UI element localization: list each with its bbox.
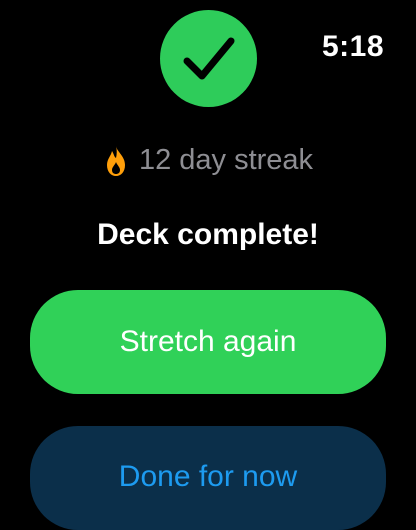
- checkmark-icon: [183, 37, 234, 79]
- done-for-now-label: Done for now: [118, 460, 298, 493]
- checkmark-badge: [160, 10, 257, 107]
- deck-complete-title: Deck complete!: [97, 218, 319, 251]
- done-for-now-button[interactable]: Done for now: [30, 426, 386, 530]
- stretch-again-button[interactable]: Stretch again: [30, 290, 386, 394]
- streak-text: 12 day streak: [138, 144, 314, 176]
- status-time: 5:18: [321, 30, 384, 63]
- streak-row: 12 day streak: [0, 144, 416, 177]
- stretch-again-label: Stretch again: [119, 325, 297, 358]
- flame-icon: [103, 145, 129, 177]
